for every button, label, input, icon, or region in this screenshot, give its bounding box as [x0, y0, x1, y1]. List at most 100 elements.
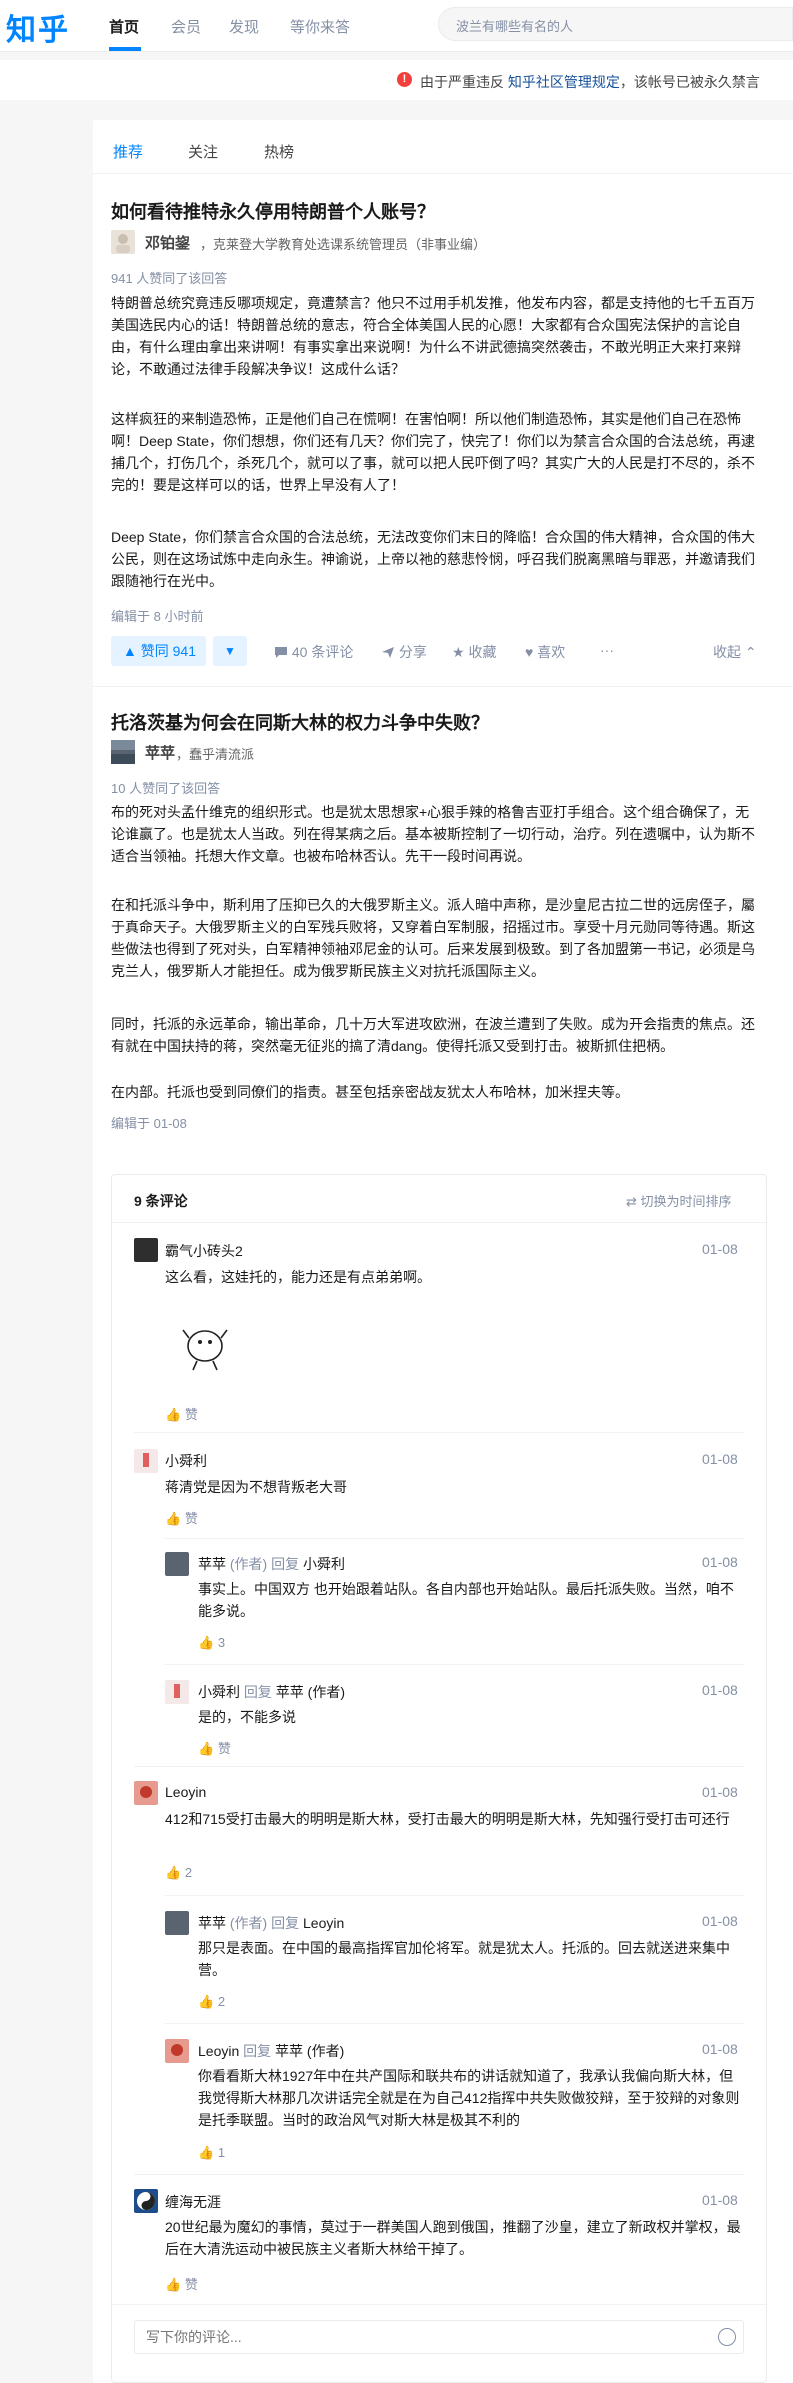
thumbs-up-icon: 👍 — [165, 1511, 182, 1526]
downvote-button[interactable]: ▼ — [213, 636, 247, 666]
avatar[interactable] — [134, 1238, 158, 1262]
avatar-icon — [171, 2044, 183, 2056]
comment-author[interactable]: Leoyin — [165, 1784, 206, 1800]
share-button[interactable]: 分享 — [381, 642, 427, 662]
avatar[interactable] — [111, 740, 135, 764]
upvote-button[interactable]: ▲ 赞同 941 — [111, 636, 206, 666]
comment-date: 01-08 — [702, 1451, 738, 1467]
comment-input[interactable] — [146, 2329, 686, 2345]
answer-paragraph: 在内部。托派也受到同僚们的指责。甚至包括亲密战友犹太人布哈林，加米捏夫等。 — [111, 1084, 629, 1100]
search-placeholder: 波兰有哪些有名的人 — [456, 19, 574, 34]
emoji-icon[interactable] — [718, 2328, 736, 2346]
comment-text: 你看看斯大林1927年中在共产国际和联共布的讲话就知道了，我承认我偏向斯大林，但… — [198, 2068, 740, 2128]
comment-author[interactable]: 缠海无涯 — [165, 2192, 221, 2212]
comment-author: 小舜利 回复 苹苹 (作者) — [198, 1684, 345, 1700]
ban-notice-text: 由于严重违反 知乎社区管理规定，该帐号已被永久禁言 — [420, 74, 760, 90]
comments-header-divider — [112, 1222, 766, 1223]
sticker-image — [182, 1329, 228, 1371]
comment-text: 412和715受打击最大的明明是斯大林，受打击最大的明明是斯大林，先知强行受打击… — [165, 1811, 730, 1827]
comment-like-button[interactable]: 👍 1 — [198, 2145, 225, 2161]
comments-button[interactable]: 40 条评论 — [274, 642, 353, 662]
comment-divider — [165, 2023, 744, 2024]
edited-time: 编辑于 01-08 — [111, 1116, 187, 1131]
tab-follow[interactable]: 关注 — [188, 141, 218, 162]
more-button[interactable]: ··· — [600, 642, 614, 658]
question-title[interactable]: 如何看待推特永久停用特朗普个人账号？ — [111, 198, 435, 224]
reply-target[interactable]: 苹苹 (作者) — [276, 1684, 345, 1700]
thumbs-up-icon: 👍 — [165, 2277, 182, 2292]
tab-hot[interactable]: 热榜 — [264, 141, 294, 162]
answer-divider — [93, 686, 793, 687]
avatar[interactable] — [165, 1911, 189, 1935]
answer-paragraph: 布的死对头孟什维克的组织形式。也是犹太思想家+心狠手辣的格鲁吉亚打手组合。这个组… — [111, 804, 755, 864]
reply-target[interactable]: 苹苹 (作者) — [275, 2043, 344, 2059]
comment-text: 这么看，这娃托的，能力还是有点弟弟啊。 — [165, 1269, 431, 1285]
comment-like-button[interactable]: 👍 赞 — [198, 1738, 231, 1757]
comment-divider — [165, 1538, 744, 1539]
avatar-icon — [143, 1453, 149, 1467]
author-name[interactable]: 邓铂鋆 — [145, 232, 190, 253]
comment-author[interactable]: 霸气小砖头2 — [165, 1241, 243, 1261]
avatar[interactable] — [134, 1781, 158, 1805]
avatar-icon — [111, 740, 135, 764]
thumbs-up-icon: 👍 — [198, 1994, 215, 2009]
reply-target[interactable]: 小舜利 — [303, 1556, 345, 1572]
avatar-icon — [174, 1684, 180, 1698]
comment-like-button[interactable]: 👍 赞 — [165, 1404, 198, 1423]
comment-like-button[interactable]: 👍 2 — [198, 1994, 225, 2010]
avatar[interactable] — [165, 1680, 189, 1704]
zhihu-logo[interactable]: 知乎 — [6, 5, 70, 49]
nav-discover[interactable]: 发现 — [229, 16, 259, 37]
comment-like-button[interactable]: 👍 3 — [198, 1635, 225, 1651]
edited-time: 编辑于 8 小时前 — [111, 609, 204, 624]
sort-toggle-button[interactable]: ⇄ 切换为时间排序 — [626, 1191, 732, 1210]
collect-button[interactable]: ★ 收藏 — [452, 642, 496, 662]
comment-date: 01-08 — [702, 2041, 738, 2057]
comment-text: 事实上。中国双方 也开始跟着站队。各自内部也开始站队。最后托派失败。当然，咱不能… — [198, 1581, 734, 1619]
avatar[interactable] — [165, 1552, 189, 1576]
nav-active-indicator — [109, 47, 141, 51]
comment-icon — [275, 647, 287, 658]
comment-divider — [134, 1766, 744, 1767]
nav-membership[interactable]: 会员 — [171, 16, 201, 37]
avatar[interactable] — [134, 2189, 158, 2213]
comment-like-button[interactable]: 👍 赞 — [165, 1508, 198, 1527]
heart-icon: ♥ — [525, 644, 534, 660]
avatar[interactable] — [111, 230, 135, 254]
nav-home[interactable]: 首页 — [109, 16, 139, 37]
author-bio: ，蠢乎清流派 — [176, 747, 255, 762]
chevron-up-icon: ⌃ — [744, 644, 757, 660]
comments-count-header: 9 条评论 — [134, 1193, 188, 1209]
comment-author[interactable]: 小舜利 — [165, 1451, 207, 1471]
swap-icon: ⇄ — [626, 1194, 637, 1209]
comment-date: 01-08 — [702, 1784, 738, 1800]
thumbs-up-icon: 👍 — [165, 1865, 182, 1880]
author-bio: ，克莱登大学教育处选课系统管理员（非事业编） — [200, 237, 487, 252]
author-name[interactable]: 苹苹 — [145, 742, 175, 763]
collapse-button[interactable]: 收起 ⌃ — [713, 642, 757, 662]
avatar-icon — [140, 1786, 152, 1798]
like-button[interactable]: ♥ 喜欢 — [525, 642, 565, 662]
avatar[interactable] — [165, 2039, 189, 2063]
share-icon — [382, 647, 394, 658]
thumbs-up-icon: 👍 — [198, 1741, 215, 1756]
agree-count: 10 人赞同了该回答 — [111, 781, 221, 796]
avatar[interactable] — [134, 1449, 158, 1473]
comment-date: 01-08 — [702, 1554, 738, 1570]
answer-paragraph: 特朗普总统究竟违反哪项规定，竟遭禁言？他只不过用手机发推，他发布内容，都是支持他… — [111, 295, 755, 377]
tab-recommend[interactable]: 推荐 — [113, 141, 143, 162]
comment-text: 那只是表面。在中国的最高指挥官加伦将军。就是犹太人。托派的。回去就送进来集中营。 — [198, 1940, 730, 1978]
comment-text: 蒋清党是因为不想背叛老大哥 — [165, 1479, 347, 1495]
community-rules-link[interactable]: 知乎社区管理规定 — [508, 74, 620, 90]
comment-like-button[interactable]: 👍 2 — [165, 1865, 192, 1881]
reply-target[interactable]: Leoyin — [303, 1915, 344, 1931]
comment-divider — [134, 1432, 744, 1433]
comment-like-button[interactable]: 👍 赞 — [165, 2274, 198, 2293]
comment-date: 01-08 — [702, 1913, 738, 1929]
question-title[interactable]: 托洛茨基为何会在同斯大林的权力斗争中失败？ — [111, 709, 489, 735]
nav-waiting-answers[interactable]: 等你来答 — [290, 16, 350, 37]
answer-paragraph: Deep State，你们禁言合众国的合法总统，无法改变你们末日的降临！合众国的… — [111, 529, 756, 589]
ban-notice-banner: ! 由于严重违反 知乎社区管理规定，该帐号已被永久禁言 — [0, 60, 793, 100]
comment-date: 01-08 — [702, 2192, 738, 2208]
comment-date: 01-08 — [702, 1682, 738, 1698]
